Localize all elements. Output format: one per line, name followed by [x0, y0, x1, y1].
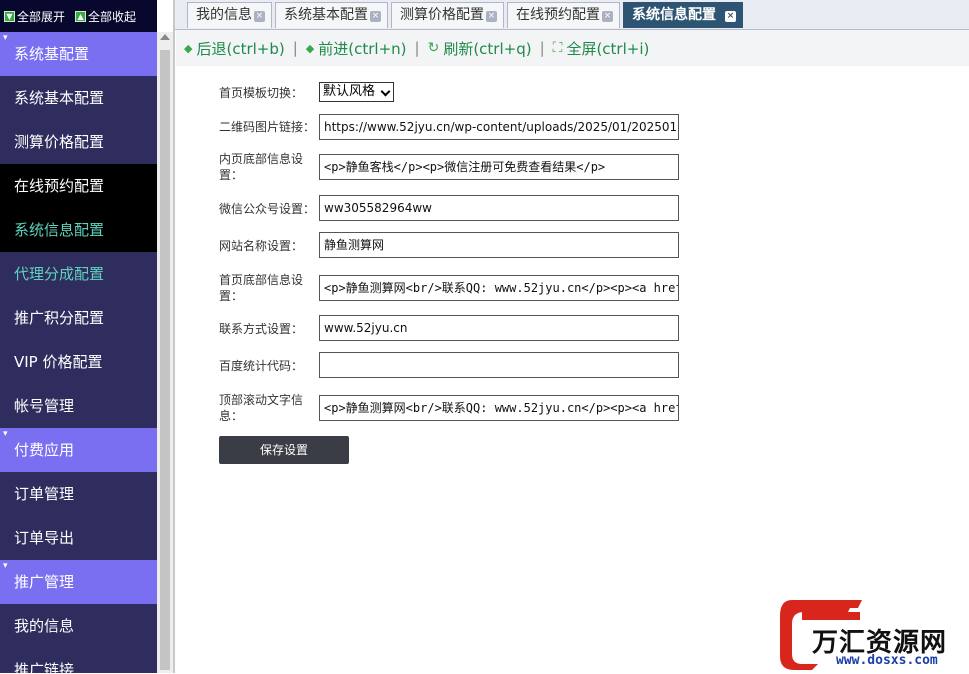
sidebar-group-paid-apps[interactable]: ▾ 付费应用 [0, 428, 157, 472]
forward-button[interactable]: ◆ 前进(ctrl+n) [306, 38, 407, 59]
marquee-label: 顶部滚动文字信息： [219, 393, 304, 423]
tab-bar: 我的信息 × 系统基本配置 × 测算价格配置 × 在线预约配置 × 系统信息配置… [175, 0, 969, 30]
refresh-button[interactable]: ↻ 刷新(ctrl+q) [428, 38, 532, 59]
contact-input[interactable]: www.52jyu.cn [319, 315, 679, 341]
refresh-icon: ↻ [427, 40, 440, 56]
refresh-label: 刷新(ctrl+q) [443, 39, 532, 58]
fullscreen-button[interactable]: ⛶ 全屏(ctrl+i) [553, 38, 650, 59]
sidebar-group-label: 付费应用 [14, 441, 75, 459]
inner-footer-input[interactable]: <p>静鱼客栈</p><p>微信注册可免费查看结果</p> [319, 154, 679, 180]
close-icon[interactable]: × [725, 11, 736, 22]
home-footer-label: 首页底部信息设置： [219, 273, 304, 303]
chevron-down-icon [380, 86, 391, 97]
sidebar-group-promotion[interactable]: ▾ 推广管理 [0, 560, 157, 604]
sidebar-group-system[interactable]: ▾ 系统基配置 [0, 32, 157, 76]
template-select[interactable]: 默认风格 [319, 82, 395, 102]
tab-label: 系统基本配置 [284, 7, 368, 23]
marquee-input[interactable]: <p>静鱼测算网<br/>联系QQ: www.52jyu.cn</p><p><a… [319, 395, 679, 421]
collapse-icon: ▲ [75, 10, 87, 22]
baidu-code-input[interactable] [319, 352, 679, 378]
scroll-up-arrow-icon[interactable] [160, 34, 170, 40]
expand-all-label: 全部展开 [17, 9, 66, 24]
sidebar-scrollbar[interactable] [157, 32, 173, 673]
back-button[interactable]: ◆ 后退(ctrl+b) [184, 38, 285, 59]
sidebar-group-label: 系统基配置 [14, 45, 90, 63]
sidebar-item-system-info-config[interactable]: 系统信息配置 [0, 208, 157, 252]
chevron-down-icon: ▾ [3, 561, 8, 571]
frame-divider [173, 0, 175, 673]
tab-booking-config[interactable]: 在线预约配置 × [507, 2, 620, 28]
sidebar: ▼ 全部展开 ▲ 全部收起 ▾ 系统基配置 系统基本配置 测算价格配置 在线预约… [0, 0, 157, 673]
arrow-left-icon: ◆ [184, 41, 193, 55]
tab-label: 我的信息 [196, 7, 252, 23]
wechat-label: 微信公众号设置： [219, 202, 316, 216]
tab-label: 在线预约配置 [516, 7, 600, 23]
scrollbar-thumb[interactable] [160, 50, 170, 670]
close-icon[interactable]: × [486, 11, 497, 22]
sidebar-item-booking-config[interactable]: 在线预约配置 [0, 164, 157, 208]
back-label: 后退(ctrl+b) [196, 39, 285, 58]
tab-price-config[interactable]: 测算价格配置 × [391, 2, 504, 28]
qr-url-input[interactable]: https://www.52jyu.cn/wp-content/uploads/… [319, 114, 679, 140]
wechat-input[interactable]: ww305582964ww [319, 195, 679, 221]
contact-label: 联系方式设置： [219, 322, 304, 336]
sidebar-item-agent-share-config[interactable]: 代理分成配置 [0, 252, 157, 296]
sidebar-item-account-management[interactable]: 帐号管理 [0, 384, 157, 428]
sidebar-item-price-config[interactable]: 测算价格配置 [0, 120, 157, 164]
fullscreen-icon: ⛶ [552, 40, 563, 56]
arrow-right-icon: ◆ [305, 41, 315, 55]
expand-all-button[interactable]: ▼ 全部展开 [4, 8, 65, 25]
sidebar-item-vip-price-config[interactable]: VIP 价格配置 [0, 340, 157, 384]
tab-label: 系统信息配置 [632, 7, 716, 23]
toolbar-separator: | [414, 39, 420, 57]
qr-label: 二维码图片链接： [219, 120, 316, 134]
sidebar-item-basic-config[interactable]: 系统基本配置 [0, 76, 157, 120]
forward-label: 前进(ctrl+n) [318, 39, 407, 58]
inner-footer-label: 内页底部信息设置： [219, 152, 304, 182]
sidebar-toolbar: ▼ 全部展开 ▲ 全部收起 [0, 0, 157, 32]
chevron-down-icon: ▾ [3, 33, 8, 43]
close-icon[interactable]: × [254, 11, 265, 22]
baidu-label: 百度统计代码： [219, 359, 304, 373]
sidebar-item-points-config[interactable]: 推广积分配置 [0, 296, 157, 340]
tab-system-info-config[interactable]: 系统信息配置 × [623, 2, 743, 28]
toolbar-separator: | [539, 39, 545, 57]
sidebar-item-order-export[interactable]: 订单导出 [0, 516, 157, 560]
chevron-down-icon: ▾ [3, 429, 8, 439]
collapse-all-button[interactable]: ▲ 全部收起 [75, 8, 136, 25]
tab-label: 测算价格配置 [400, 7, 484, 23]
toolbar: ◆ 后退(ctrl+b) | ◆ 前进(ctrl+n) | ↻ 刷新(ctrl+… [176, 30, 969, 66]
fullscreen-label: 全屏(ctrl+i) [566, 39, 650, 58]
sitename-input[interactable]: 静鱼测算网 [319, 232, 679, 258]
sidebar-group-label: 推广管理 [14, 573, 75, 591]
tab-my-info[interactable]: 我的信息 × [187, 2, 272, 28]
save-settings-button[interactable]: 保存设置 [219, 436, 349, 464]
collapse-all-label: 全部收起 [88, 9, 137, 24]
toolbar-separator: | [292, 39, 298, 57]
template-select-value: 默认风格 [323, 84, 376, 99]
sidebar-item-promo-link[interactable]: 推广链接 [0, 648, 157, 673]
sitename-label: 网站名称设置： [219, 239, 304, 253]
template-label: 首页模板切换： [219, 86, 304, 100]
tab-basic-config[interactable]: 系统基本配置 × [275, 2, 388, 28]
home-footer-input[interactable]: <p>静鱼测算网<br/>联系QQ: www.52jyu.cn</p><p><a… [319, 275, 679, 301]
sidebar-item-my-info[interactable]: 我的信息 [0, 604, 157, 648]
watermark-url: www.dosxs.com [836, 653, 938, 668]
close-icon[interactable]: × [370, 11, 381, 22]
sidebar-item-orders[interactable]: 订单管理 [0, 472, 157, 516]
close-icon[interactable]: × [602, 11, 613, 22]
watermark-logo: 万汇资源网 www.dosxs.com [778, 598, 964, 670]
